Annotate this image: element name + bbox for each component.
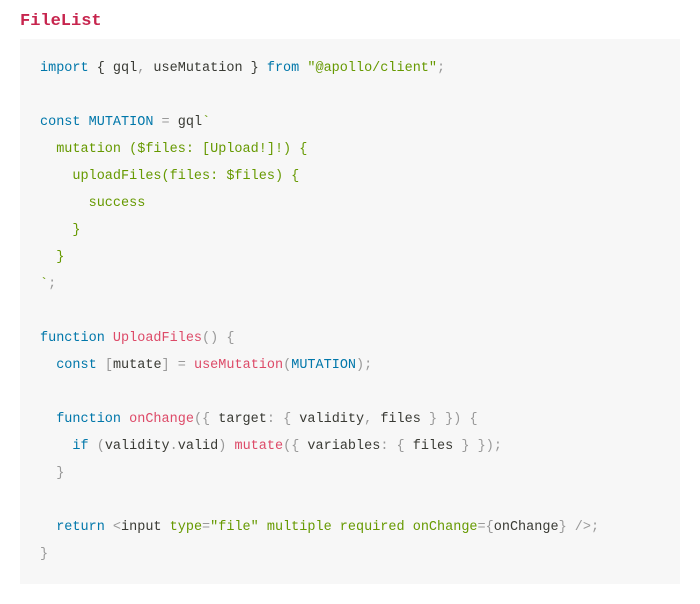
kw-const: const bbox=[40, 115, 81, 130]
code-text bbox=[461, 412, 469, 427]
code-text bbox=[170, 358, 178, 373]
fn-call: useMutation bbox=[194, 358, 283, 373]
code-text: gql bbox=[170, 115, 202, 130]
punct: = bbox=[178, 358, 186, 373]
code-text bbox=[153, 115, 161, 130]
code-text bbox=[567, 520, 575, 535]
template-content: } bbox=[40, 250, 64, 265]
jsx-attr: type bbox=[170, 520, 202, 535]
kw-const: const bbox=[56, 358, 97, 373]
code-text bbox=[405, 520, 413, 535]
punct: ( bbox=[202, 331, 210, 346]
fn-name: UploadFiles bbox=[113, 331, 202, 346]
code-text bbox=[40, 520, 56, 535]
code-text: mutate bbox=[113, 358, 162, 373]
punct: { bbox=[486, 520, 494, 535]
punct: ; bbox=[364, 358, 372, 373]
punct: } bbox=[478, 439, 486, 454]
punct: = bbox=[478, 520, 486, 535]
punct: } bbox=[56, 466, 64, 481]
const-name: MUTATION bbox=[89, 115, 154, 130]
code-text: target bbox=[210, 412, 267, 427]
code-text bbox=[186, 358, 194, 373]
section-title: FileList bbox=[20, 12, 680, 31]
code-text: files bbox=[405, 439, 462, 454]
punct: ; bbox=[48, 277, 56, 292]
punct: ( bbox=[194, 412, 202, 427]
punct: . bbox=[170, 439, 178, 454]
code-text bbox=[40, 466, 56, 481]
punct: [ bbox=[105, 358, 113, 373]
code-text bbox=[97, 358, 105, 373]
punct: = bbox=[202, 520, 210, 535]
fn-call: mutate bbox=[234, 439, 283, 454]
punct: < bbox=[113, 520, 121, 535]
kw-return: return bbox=[56, 520, 105, 535]
fn-name: onChange bbox=[129, 412, 194, 427]
code-text bbox=[332, 520, 340, 535]
template-content: mutation ($files: [Upload!]!) { bbox=[40, 142, 307, 157]
template-start: ` bbox=[202, 115, 210, 130]
punct: ( bbox=[283, 439, 291, 454]
punct: { bbox=[470, 412, 478, 427]
punct: { bbox=[283, 412, 291, 427]
code-text bbox=[275, 412, 283, 427]
code-text bbox=[469, 439, 477, 454]
code-text: valid bbox=[178, 439, 219, 454]
punct: /> bbox=[575, 520, 591, 535]
template-content: success bbox=[40, 196, 145, 211]
code-text bbox=[40, 358, 56, 373]
code-text bbox=[121, 412, 129, 427]
punct: ( bbox=[283, 358, 291, 373]
code-text bbox=[259, 520, 267, 535]
code-block: import { gql, useMutation } from "@apoll… bbox=[20, 39, 680, 584]
jsx-attr: required bbox=[340, 520, 405, 535]
kw-function: function bbox=[56, 412, 121, 427]
code-text bbox=[81, 115, 89, 130]
code-text: variables bbox=[299, 439, 380, 454]
punct: = bbox=[162, 115, 170, 130]
code-text: files bbox=[372, 412, 429, 427]
punct: } bbox=[429, 412, 437, 427]
punct: ] bbox=[162, 358, 170, 373]
kw-if: if bbox=[72, 439, 88, 454]
template-end: ` bbox=[40, 277, 48, 292]
code-text bbox=[40, 412, 56, 427]
template-content: uploadFiles(files: $files) { bbox=[40, 169, 299, 184]
punct: ) bbox=[486, 439, 494, 454]
code-text bbox=[437, 412, 445, 427]
string-literal: "@apollo/client" bbox=[307, 61, 437, 76]
punct: ) bbox=[356, 358, 364, 373]
code-text bbox=[40, 439, 72, 454]
code-text bbox=[89, 439, 97, 454]
code-text bbox=[105, 331, 113, 346]
punct: } bbox=[559, 520, 567, 535]
kw-function: function bbox=[40, 331, 105, 346]
punct: ( bbox=[97, 439, 105, 454]
code-text: { gql bbox=[89, 61, 138, 76]
const-name: MUTATION bbox=[291, 358, 356, 373]
code-text bbox=[105, 520, 113, 535]
code-text: useMutation } bbox=[145, 61, 267, 76]
code-text bbox=[388, 439, 396, 454]
template-content: } bbox=[40, 223, 81, 238]
punct: { bbox=[202, 412, 210, 427]
punct: { bbox=[397, 439, 405, 454]
code-text: input bbox=[121, 520, 170, 535]
punct: { bbox=[226, 331, 234, 346]
code-text: validity bbox=[291, 412, 364, 427]
kw-import: import bbox=[40, 61, 89, 76]
punct: ; bbox=[494, 439, 502, 454]
punct: : bbox=[267, 412, 275, 427]
punct: ; bbox=[591, 520, 599, 535]
jsx-attr: multiple bbox=[267, 520, 332, 535]
jsx-attr: onChange bbox=[413, 520, 478, 535]
code-text: onChange bbox=[494, 520, 559, 535]
kw-from: from bbox=[267, 61, 299, 76]
code-text: validity bbox=[105, 439, 170, 454]
punct: } bbox=[40, 547, 48, 562]
string-literal: "file" bbox=[210, 520, 259, 535]
punct: ; bbox=[437, 61, 445, 76]
